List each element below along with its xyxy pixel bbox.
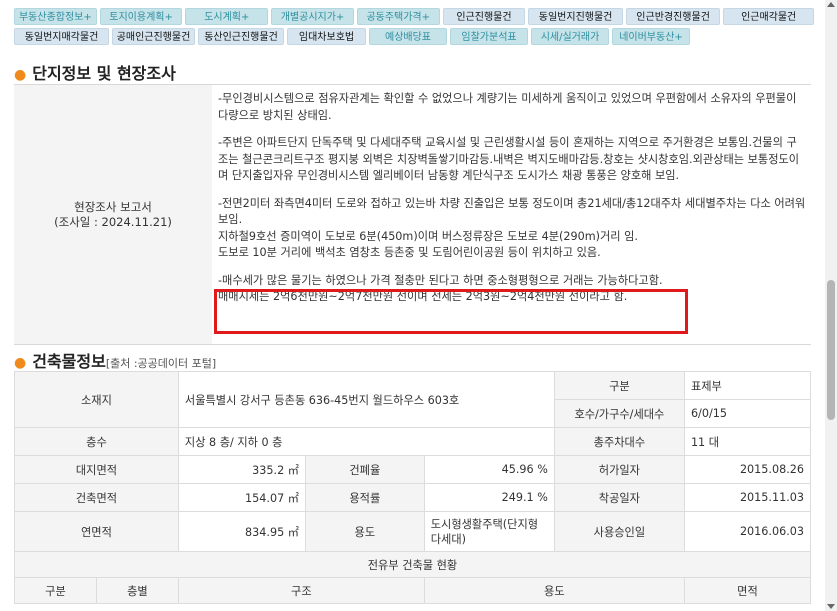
site-area-label: 대지면적 — [14, 455, 179, 484]
tab-row1-5[interactable]: 인근진행물건 — [442, 8, 526, 25]
survey-report-label: 현장조사 보고서 (조사일 : 2024.11.21) — [14, 85, 212, 344]
tab-row1-1[interactable]: 토지이용계획+ — [99, 8, 183, 25]
tab-row2-3[interactable]: 임대차보호법 — [287, 28, 366, 45]
tab-row2-2[interactable]: 동산인근진행물건 — [198, 28, 284, 45]
units-label: 호수/가구수/세대수 — [553, 399, 685, 428]
parking-label: 총주차대수 — [553, 427, 685, 456]
tab-row2-5[interactable]: 임찰가분석표 — [450, 28, 528, 45]
exclusive-header-floor: 층별 — [95, 577, 179, 604]
tab-row2-1[interactable]: 공매인근진행물건 — [112, 28, 195, 45]
far-value: 249.1 % — [423, 483, 555, 512]
approval-value: 2016.06.03 — [683, 511, 812, 552]
building-section-title: ● 건축물정보[출처 :공공데이터 포털] — [14, 352, 217, 371]
building-info-table: 소재지 서울특별시 강서구 등촌동 636-45번지 월드하우스 603호 구분… — [14, 371, 812, 604]
scrollbar-thumb[interactable] — [827, 280, 835, 420]
table-row: 건축면적 154.07 ㎡ 용적률 249.1 % 착공일자 2015.11.0… — [14, 483, 812, 512]
coverage-label: 건폐율 — [304, 455, 425, 484]
tab-row1-3[interactable]: 개별공시지가+ — [271, 8, 354, 25]
floors-label: 층수 — [14, 427, 179, 456]
building-area-label: 건축면적 — [14, 483, 179, 512]
survey-paragraph-surroundings: -주변은 아파트단지 단독주택 및 다세대주택 교육시설 및 근린생활시설 등이… — [218, 136, 800, 182]
coverage-value: 45.96 % — [423, 455, 555, 484]
tab-bar: 부동산종합정보+ 토지이용계획+ 도시계획+ 개별공시지가+ 공동주택가격+ 인근진행물건… — [14, 8, 814, 48]
site-area-value: 335.2 ㎡ — [177, 455, 306, 484]
units-value: 6/0/15 — [683, 399, 812, 428]
survey-report: 현장조사 보고서 (조사일 : 2024.11.21) -무인경비시스템으로 점… — [14, 84, 811, 345]
bullet-icon: ● — [14, 355, 27, 371]
table-row: 전유부 건축물 현황 — [14, 551, 811, 578]
market-price-highlight-box — [214, 289, 688, 334]
tab-row1-6[interactable]: 동일번지진행물건 — [528, 8, 623, 25]
parking-value: 11 대 — [683, 427, 812, 456]
exclusive-header-structure: 구조 — [177, 577, 425, 604]
floors-value: 지상 8 층/ 지하 0 층 — [177, 427, 555, 456]
bullet-icon: ● — [14, 67, 27, 83]
tab-row2-4[interactable]: 예상배당표 — [369, 28, 447, 45]
survey-section-title: ● 단지정보 및 현장조사 — [14, 64, 176, 83]
tab-row1-7[interactable]: 인근반경진행물건 — [625, 8, 721, 25]
vertical-scrollbar[interactable] — [825, 0, 837, 611]
tab-row2-7[interactable]: 네이버부동산+ — [612, 28, 690, 45]
tab-row2-0[interactable]: 동일번지매각물건 — [14, 28, 109, 45]
survey-paragraph-occupancy: -무인경비시스템으로 점유자관계는 확인할 수 없었으나 계량기는 미세하게 움… — [218, 92, 797, 122]
total-area-label: 연면적 — [14, 511, 179, 552]
tab-row2-6[interactable]: 시세/실거래가 — [531, 28, 609, 45]
total-area-value: 834.95 ㎡ — [177, 511, 306, 552]
survey-report-body: -무인경비시스템으로 점유자관계는 확인할 수 없었으나 계량기는 미세하게 움… — [218, 91, 806, 306]
tab-row-1: 부동산종합정보+ 토지이용계획+ 도시계획+ 개별공시지가+ 공동주택가격+ 인근진행물건… — [14, 8, 814, 25]
exclusive-header-area: 면적 — [683, 577, 812, 604]
use-value: 도시형생활주택(단지형다세대) — [423, 511, 555, 552]
far-label: 용적률 — [304, 483, 425, 512]
tab-row-2: 동일번지매각물건 공매인근진행물건 동산인근진행물건 임대차보호법 예상배당표 임찰가분석… — [14, 28, 814, 45]
tab-row1-4[interactable]: 공동주택가격+ — [356, 8, 440, 25]
table-row: 층수 지상 8 층/ 지하 0 층 총주차대수 11 대 — [14, 427, 812, 456]
approval-label: 사용승인일 — [553, 511, 685, 552]
permit-value: 2015.08.26 — [683, 455, 812, 484]
tab-row1-0[interactable]: 부동산종합정보+ — [14, 8, 97, 25]
exclusive-section-caption: 전유부 건축물 현황 — [14, 551, 811, 578]
scroll-up-arrow-icon[interactable] — [827, 2, 835, 7]
building-area-value: 154.07 ㎡ — [177, 483, 306, 512]
use-label: 용도 — [304, 511, 425, 552]
type-value: 표제부 — [683, 371, 812, 400]
scroll-down-arrow-icon[interactable] — [827, 604, 835, 609]
table-header-row: 구분 층별 구조 용도 면적 — [14, 577, 812, 604]
type-label: 구분 — [553, 371, 685, 400]
table-row: 소재지 서울특별시 강서구 등촌동 636-45번지 월드하우스 603호 구분… — [14, 371, 812, 428]
start-value: 2015.11.03 — [683, 483, 812, 512]
table-row: 연면적 834.95 ㎡ 용도 도시형생활주택(단지형다세대) 사용승인일 20… — [14, 511, 812, 552]
table-row: 대지면적 335.2 ㎡ 건폐율 45.96 % 허가일자 2015.08.26 — [14, 455, 812, 484]
location-value: 서울특별시 강서구 등촌동 636-45번지 월드하우스 603호 — [177, 371, 555, 428]
survey-paragraph-access: -전면2미터 좌측면4미터 도로와 접하고 있는바 차량 진출입은 보통 정도이… — [218, 196, 806, 260]
tab-row1-8[interactable]: 인근매각물건 — [723, 8, 814, 25]
permit-label: 허가일자 — [553, 455, 685, 484]
tab-row1-2[interactable]: 도시계획+ — [185, 8, 269, 25]
start-label: 착공일자 — [553, 483, 685, 512]
location-label: 소재지 — [14, 371, 179, 428]
exclusive-header-type: 구분 — [14, 577, 97, 604]
exclusive-header-use: 용도 — [423, 577, 685, 604]
